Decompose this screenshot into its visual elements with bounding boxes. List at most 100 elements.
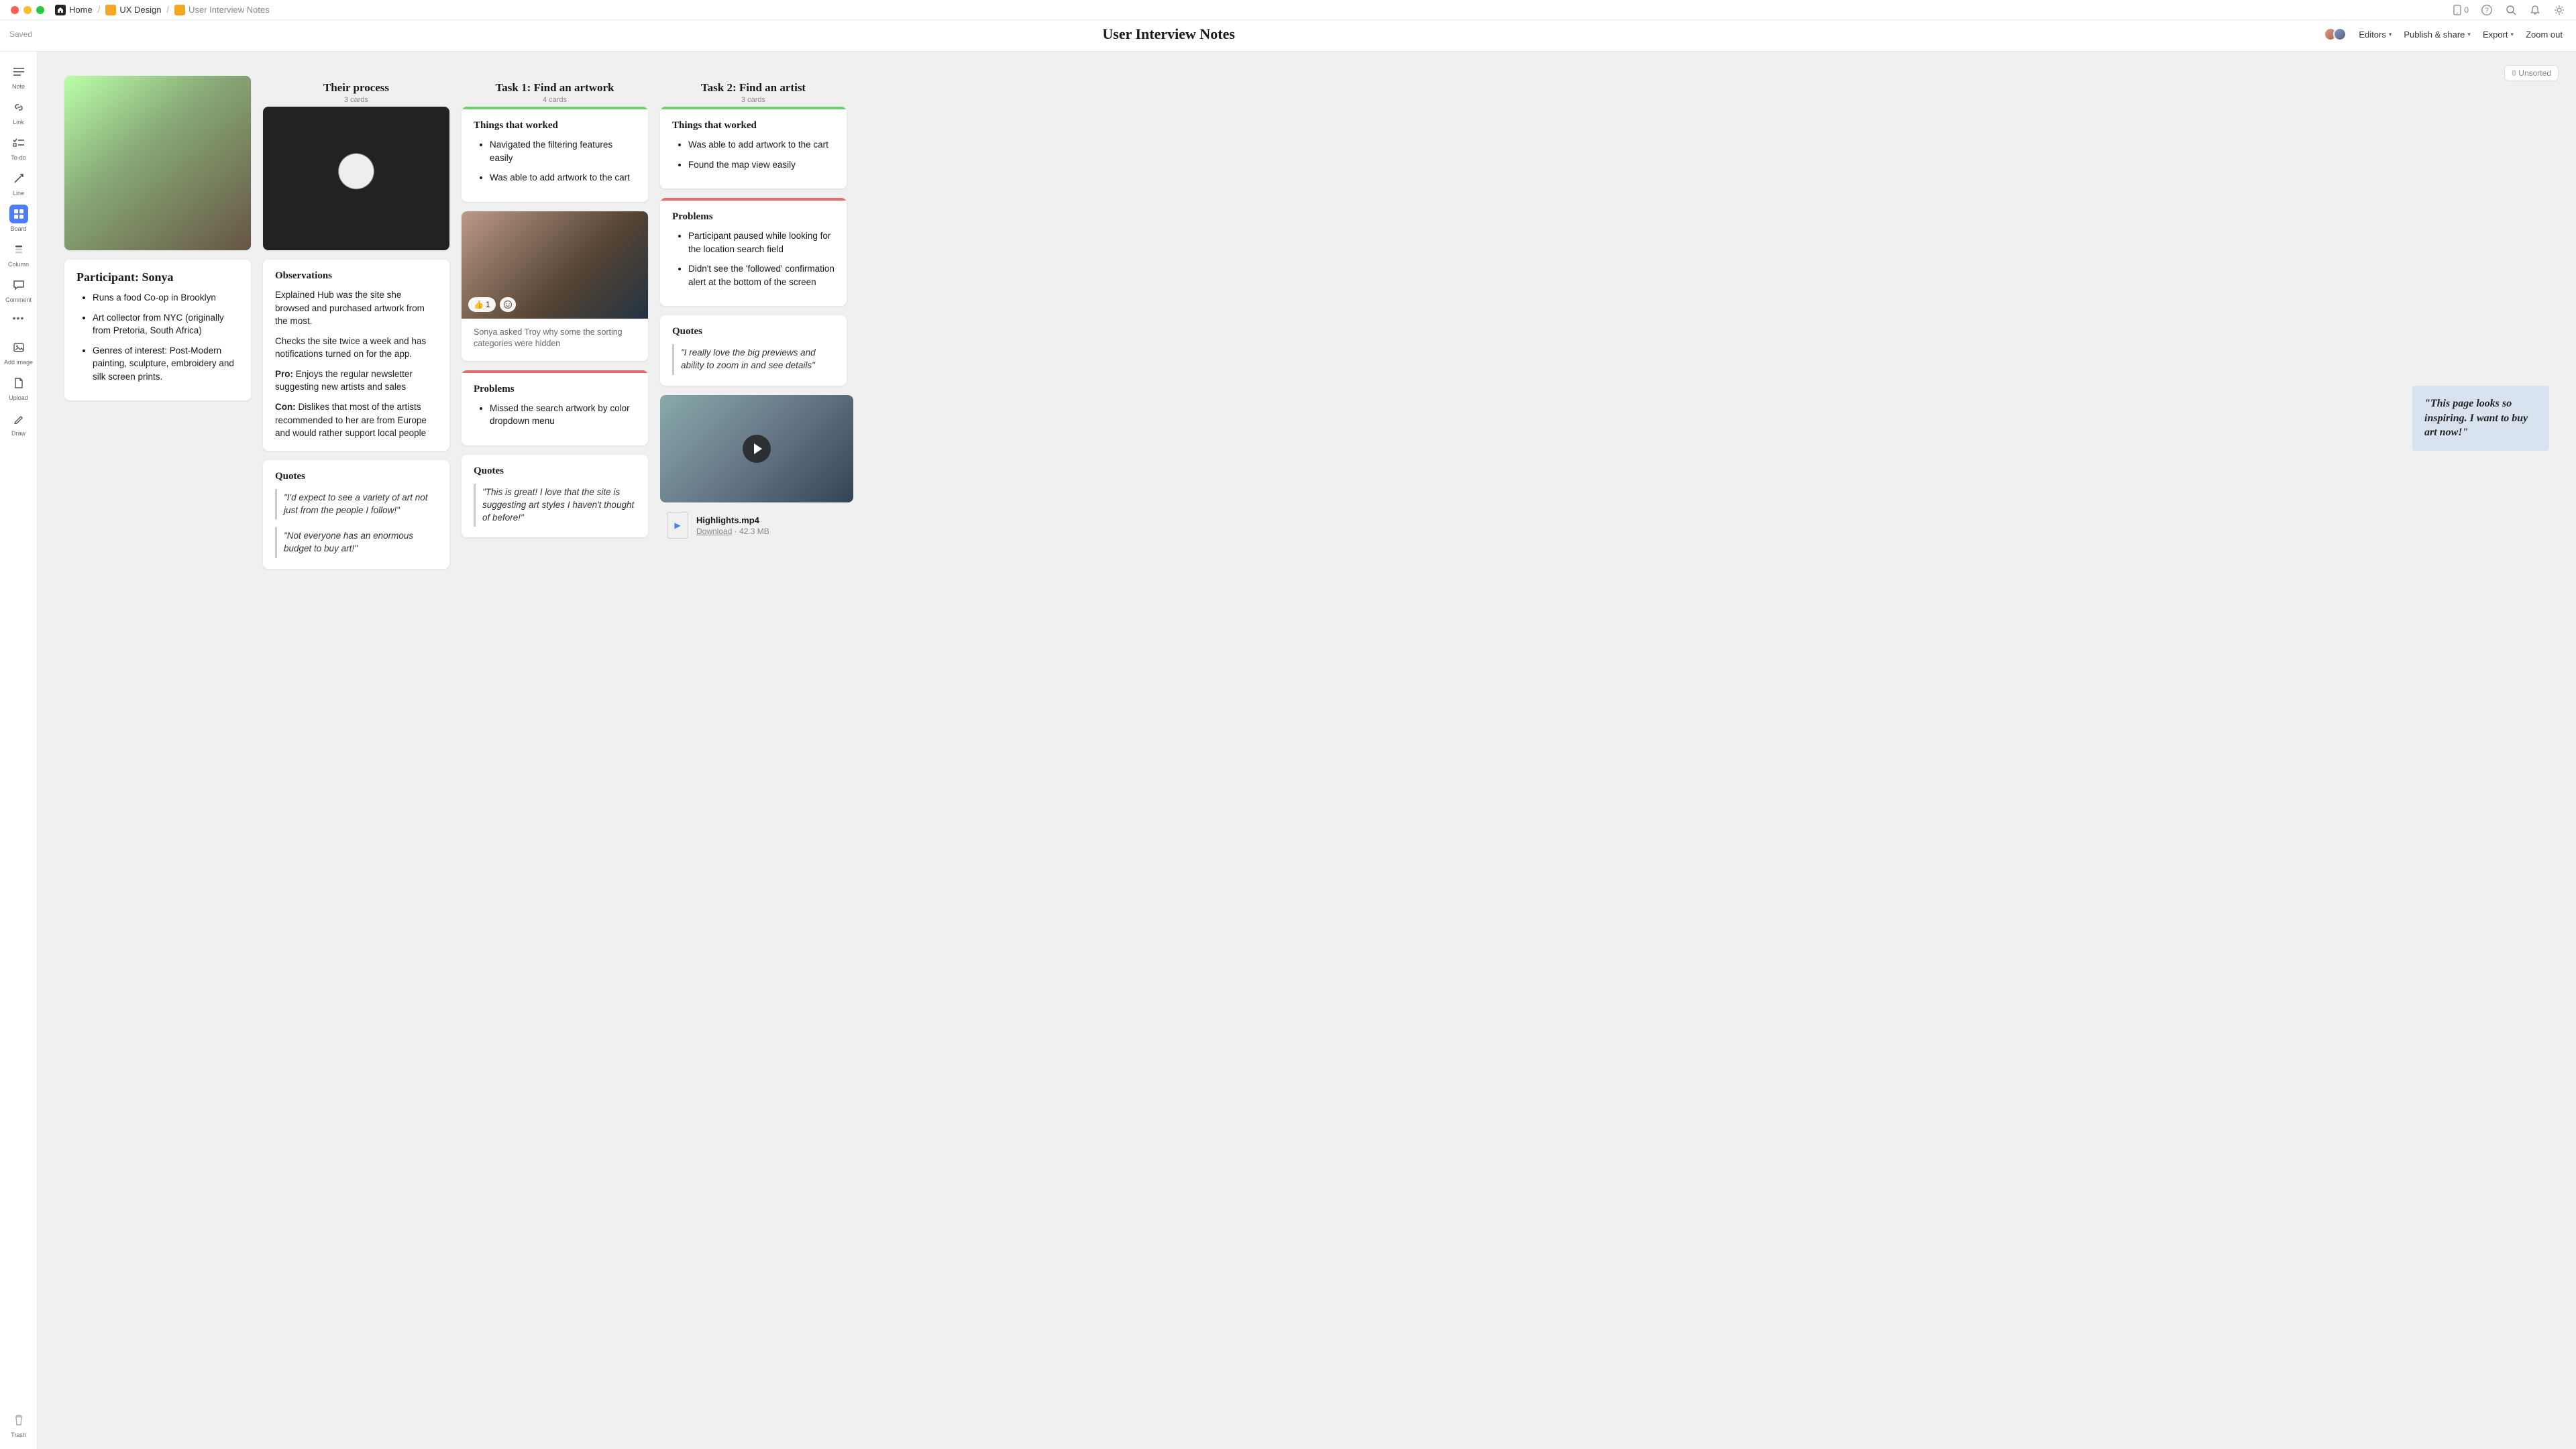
tool-draw[interactable]: Draw: [0, 407, 37, 439]
minimize-window-icon[interactable]: [23, 6, 32, 14]
card-quotes[interactable]: Quotes "I really love the big previews a…: [660, 315, 847, 386]
breadcrumb-label: Home: [69, 5, 93, 15]
reaction-thumbs-up[interactable]: 👍 1: [468, 297, 496, 312]
tool-more[interactable]: •••: [9, 311, 28, 325]
card-research-photo[interactable]: 👍 1 Sonya asked Troy why some the sortin…: [462, 211, 648, 361]
list-item: Genres of interest: Post-Modern painting…: [93, 344, 239, 384]
avatar: [2333, 28, 2347, 41]
search-icon[interactable]: [2505, 4, 2517, 16]
card-problems[interactable]: Problems Participant paused while lookin…: [660, 198, 847, 306]
card-things-worked[interactable]: Things that worked Navigated the filteri…: [462, 107, 648, 202]
todo-icon: [9, 133, 28, 152]
download-link[interactable]: Download: [696, 527, 732, 536]
tool-board[interactable]: Board: [0, 202, 37, 235]
card-quotes[interactable]: Quotes "This is great! I love that the s…: [462, 455, 648, 538]
card-process-image[interactable]: [263, 107, 449, 250]
comment-icon: [9, 276, 28, 294]
toolbar-sidebar: Note Link To-do Line: [0, 52, 38, 1449]
column-task-1: Task 1: Find an artwork 4 cards Things t…: [462, 76, 648, 547]
card-problems[interactable]: Problems Missed the search artwork by co…: [462, 370, 648, 445]
video-thumbnail[interactable]: [660, 395, 853, 502]
tool-column[interactable]: Column: [0, 237, 37, 270]
maximize-window-icon[interactable]: [36, 6, 44, 14]
breadcrumb-ux-design[interactable]: UX Design: [105, 5, 161, 15]
observation-text: Explained Hub was the site she browsed a…: [275, 288, 437, 328]
tool-add-image[interactable]: Add image: [0, 335, 37, 368]
board-icon: [9, 205, 28, 223]
phone-count: 0: [2464, 5, 2469, 15]
editor-avatars[interactable]: [2324, 28, 2347, 41]
column-header[interactable]: Task 2: Find an artist 3 cards: [660, 76, 847, 107]
help-icon[interactable]: ?: [2481, 4, 2493, 16]
unsorted-pill[interactable]: 0 Unsorted: [2504, 65, 2559, 81]
export-menu[interactable]: Export▾: [2483, 30, 2514, 40]
draw-icon: [9, 409, 28, 428]
chevron-down-icon: ▾: [2511, 31, 2514, 38]
tool-upload[interactable]: Upload: [0, 371, 37, 404]
titlebar: Home / UX Design / User Interview Notes …: [0, 0, 2576, 20]
card-participant-photo[interactable]: [64, 76, 251, 250]
breadcrumb: Home / UX Design / User Interview Notes: [55, 5, 270, 15]
editors-menu[interactable]: Editors▾: [2359, 30, 2392, 40]
publish-menu[interactable]: Publish & share▾: [2404, 30, 2471, 40]
file-icon: ▶: [667, 512, 688, 539]
quote: "I really love the big previews and abil…: [672, 344, 835, 375]
floating-pull-quote[interactable]: "This page looks so inspiring. I want to…: [2412, 386, 2549, 451]
document-header: Saved User Interview Notes Editors▾ Publ…: [0, 20, 2576, 52]
add-reaction-button[interactable]: [500, 297, 516, 312]
list-item: Didn't see the 'followed' confirmation a…: [688, 262, 835, 288]
upload-icon: [9, 374, 28, 392]
list-item: Found the map view easily: [688, 158, 835, 172]
card-things-worked[interactable]: Things that worked Was able to add artwo…: [660, 107, 847, 189]
list-item: Was able to add artwork to the cart: [688, 138, 835, 152]
tool-comment[interactable]: Comment: [0, 273, 37, 306]
quotes-heading: Quotes: [275, 471, 437, 482]
tool-line[interactable]: Line: [0, 166, 37, 199]
close-window-icon[interactable]: [11, 6, 19, 14]
bell-icon[interactable]: [2529, 4, 2541, 16]
board-canvas[interactable]: 0 Unsorted Participant: Sonya Runs a foo…: [38, 52, 2576, 1449]
worked-heading: Things that worked: [474, 120, 636, 131]
card-participant-info[interactable]: Participant: Sonya Runs a food Co-op in …: [64, 260, 251, 400]
column-header[interactable]: Task 1: Find an artwork 4 cards: [462, 76, 648, 107]
card-observations[interactable]: Observations Explained Hub was the site …: [263, 260, 449, 451]
quotes-heading: Quotes: [474, 466, 636, 477]
worked-heading: Things that worked: [672, 120, 835, 131]
tool-note[interactable]: Note: [0, 60, 37, 93]
mobile-indicator[interactable]: 0: [2453, 5, 2469, 15]
card-quotes[interactable]: Quotes "I'd expect to see a variety of a…: [263, 460, 449, 570]
breadcrumb-current[interactable]: User Interview Notes: [174, 5, 270, 15]
column-icon: [9, 240, 28, 259]
page-title[interactable]: User Interview Notes: [1102, 25, 1235, 43]
pro-line: Pro: Enjoys the regular newsletter sugge…: [275, 368, 437, 394]
quote: "This is great! I love that the site is …: [474, 484, 636, 527]
tool-todo[interactable]: To-do: [0, 131, 37, 164]
note-icon: [9, 62, 28, 81]
list-item: Runs a food Co-op in Brooklyn: [93, 291, 239, 305]
zoom-out-button[interactable]: Zoom out: [2526, 30, 2563, 40]
problems-heading: Problems: [672, 211, 835, 223]
settings-icon[interactable]: [2553, 4, 2565, 16]
link-icon: [9, 98, 28, 117]
tool-trash[interactable]: Trash: [0, 1408, 37, 1441]
image-icon: [9, 338, 28, 357]
titlebar-right: 0 ?: [2453, 4, 2565, 16]
con-line: Con: Dislikes that most of the artists r…: [275, 400, 437, 440]
quote: "Not everyone has an enormous budget to …: [275, 527, 437, 558]
list-item: Missed the search artwork by color dropd…: [490, 402, 636, 428]
tool-link[interactable]: Link: [0, 95, 37, 128]
card-video[interactable]: ▶ Highlights.mp4 Download · 42.3 MB: [660, 395, 853, 539]
thumbs-up-icon: 👍: [474, 300, 484, 309]
observation-text: Checks the site twice a week and has not…: [275, 335, 437, 361]
play-icon: [743, 435, 771, 463]
window-controls: [11, 6, 44, 14]
process-photo: [263, 107, 449, 250]
breadcrumb-home[interactable]: Home: [55, 5, 93, 15]
line-icon: [9, 169, 28, 188]
phone-icon: [2453, 5, 2461, 15]
column-header[interactable]: Their process 3 cards: [263, 76, 449, 107]
participant-bullets: Runs a food Co-op in Brooklyn Art collec…: [76, 291, 239, 383]
quotes-heading: Quotes: [672, 326, 835, 337]
observations-heading: Observations: [275, 270, 437, 282]
saved-status: Saved: [9, 30, 32, 39]
